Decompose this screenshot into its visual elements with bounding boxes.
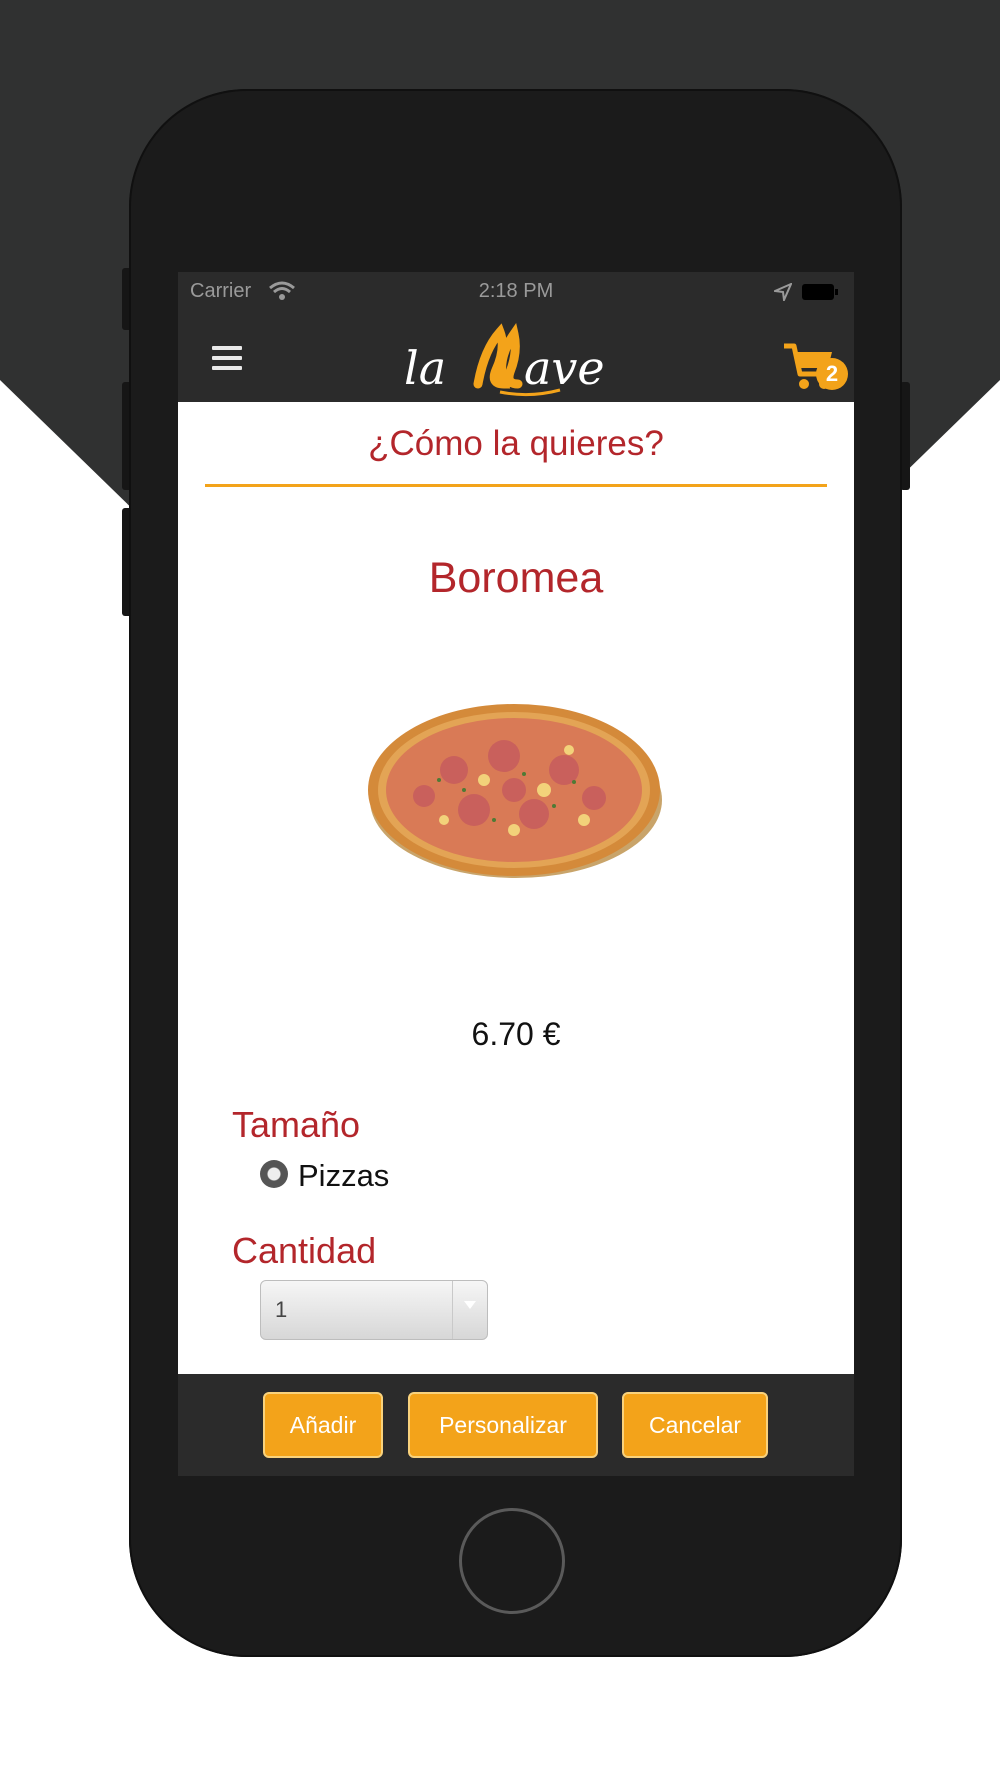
chevron-down-icon [464, 1301, 476, 1309]
page-title: ¿Cómo la quieres? [368, 424, 664, 463]
customize-button[interactable]: Personalizar [408, 1392, 598, 1458]
battery-icon [802, 284, 838, 300]
quantity-dropdown-toggle[interactable] [452, 1281, 487, 1339]
quantity-label: Cantidad [232, 1230, 377, 1271]
title-divider [205, 484, 827, 487]
menu-icon[interactable] [212, 346, 242, 370]
action-bar: Añadir Personalizar Cancelar [178, 1374, 854, 1476]
radio-selected-icon[interactable] [260, 1160, 288, 1188]
add-button[interactable]: Añadir [263, 1392, 383, 1458]
quantity-select[interactable]: 1 [260, 1280, 488, 1340]
svg-text:la: la [404, 341, 446, 395]
location-icon [774, 283, 792, 301]
pizza-image [368, 704, 662, 878]
cancel-button[interactable]: Cancelar [622, 1392, 768, 1458]
quantity-value: 1 [275, 1297, 288, 1322]
status-bar: Carrier 2:18 PM [178, 272, 854, 312]
product-price: 6.70 € [471, 1016, 561, 1052]
status-time: 2:18 PM [478, 280, 554, 302]
product-name: Boromea [428, 554, 604, 602]
cart-count-badge[interactable]: 2 [816, 358, 848, 390]
size-option-label: Pizzas [298, 1158, 390, 1193]
brand-logo[interactable]: la ave [400, 320, 632, 402]
size-label: Tamaño [232, 1104, 361, 1145]
app-header: la ave 2 [178, 312, 854, 402]
svg-text:ave: ave [524, 341, 605, 395]
home-button[interactable] [459, 1508, 565, 1614]
app-screen: Carrier 2:18 PM la ave 2 ¿Cómo la quiere… [178, 272, 854, 1476]
